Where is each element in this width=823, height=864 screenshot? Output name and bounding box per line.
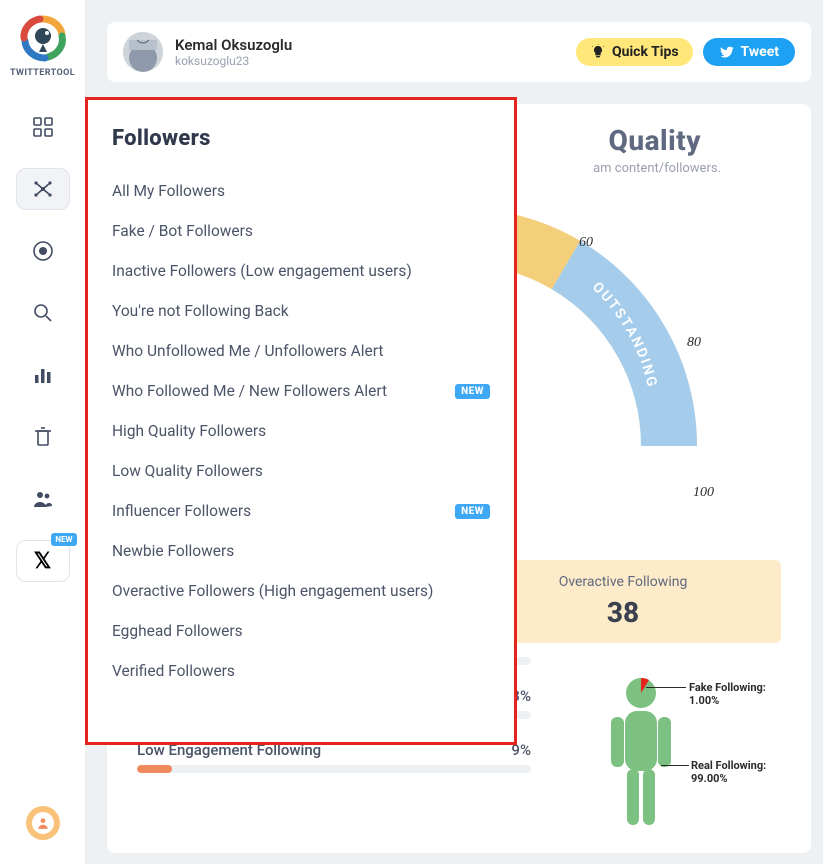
twitter-icon xyxy=(719,44,735,60)
flyout-item[interactable]: High Quality Followers xyxy=(112,411,490,451)
flyout-item-label: Overactive Followers (High engagement us… xyxy=(112,582,433,600)
flyout-item[interactable]: Influencer Followers NEW xyxy=(112,491,490,531)
gauge-tick-80: 80 xyxy=(687,335,701,350)
flyout-item-label: Newbie Followers xyxy=(112,542,234,560)
nav-target[interactable] xyxy=(16,230,70,272)
person-icon xyxy=(601,673,681,833)
flyout-item-label: You're not Following Back xyxy=(112,302,289,320)
tweet-button[interactable]: Tweet xyxy=(703,38,795,66)
engagement-row-low: Low Engagement Following 9% xyxy=(137,741,531,773)
person-chart: Fake Following: 1.00% Real Following: 99… xyxy=(561,673,781,833)
flyout-item-label: Influencer Followers xyxy=(112,502,251,520)
flyout-item-label: Fake / Bot Followers xyxy=(112,222,253,240)
user-name: Kemal Oksuzoglu xyxy=(175,36,292,54)
flyout-item[interactable]: Overactive Followers (High engagement us… xyxy=(112,571,490,611)
new-badge: NEW xyxy=(51,533,76,546)
flyout-item-label: Low Quality Followers xyxy=(112,462,263,480)
flyout-item[interactable]: Newbie Followers xyxy=(112,531,490,571)
flyout-item-label: Inactive Followers (Low engagement users… xyxy=(112,262,412,280)
x-glyph: 𝕏 xyxy=(34,548,52,574)
flyout-item[interactable]: Verified Followers xyxy=(112,651,490,691)
flyout-item[interactable]: Low Quality Followers xyxy=(112,451,490,491)
flyout-item[interactable]: Egghead Followers xyxy=(112,611,490,651)
stat-label: Overactive Following xyxy=(473,574,773,590)
app-logo xyxy=(18,14,68,64)
sidebar-avatar[interactable] xyxy=(26,806,60,840)
user-block: Kemal Oksuzoglu koksuzoglu23 xyxy=(175,36,292,68)
flyout-title: Followers xyxy=(112,126,490,151)
flyout-item-label: Verified Followers xyxy=(112,662,235,680)
user-avatar[interactable] xyxy=(123,32,163,72)
callout-real: Real Following: 99.00% xyxy=(691,759,781,785)
gauge-tick-60: 60 xyxy=(579,235,593,250)
header-card: Kemal Oksuzoglu koksuzoglu23 Quick Tips … xyxy=(107,22,811,82)
callout-fake: Fake Following: 1.00% xyxy=(689,681,781,707)
flyout-item[interactable]: You're not Following Back xyxy=(112,291,490,331)
flyout-list: All My Followers Fake / Bot Followers Inac… xyxy=(112,171,490,691)
nav-search[interactable] xyxy=(16,292,70,334)
nav-people[interactable] xyxy=(16,478,70,520)
flyout-item-label: Who Followed Me / New Followers Alert xyxy=(112,382,387,400)
flyout-item[interactable]: Fake / Bot Followers xyxy=(112,211,490,251)
stat-value: 38 xyxy=(473,596,773,629)
lightbulb-icon xyxy=(590,44,606,60)
flyout-item[interactable]: Inactive Followers (Low engagement users… xyxy=(112,251,490,291)
brand-label: TWITTERTOOL xyxy=(10,68,75,78)
new-badge: NEW xyxy=(455,504,490,519)
quick-tips-button[interactable]: Quick Tips xyxy=(576,38,693,66)
nav-x[interactable]: 𝕏 NEW xyxy=(16,540,70,582)
flyout-item[interactable]: Who Unfollowed Me / Unfollowers Alert xyxy=(112,331,490,371)
nav-analytics[interactable] xyxy=(16,354,70,396)
avatar-inner xyxy=(32,812,54,834)
nav-network[interactable] xyxy=(16,168,70,210)
nav-dashboard[interactable] xyxy=(16,106,70,148)
nav-trash[interactable] xyxy=(16,416,70,458)
flyout-item-label: All My Followers xyxy=(112,182,225,200)
flyout-item-label: High Quality Followers xyxy=(112,422,266,440)
flyout-item-label: Who Unfollowed Me / Unfollowers Alert xyxy=(112,342,383,360)
flyout-item[interactable]: All My Followers xyxy=(112,171,490,211)
flyout-item[interactable]: Who Followed Me / New Followers Alert NEW xyxy=(112,371,490,411)
sidebar: TWITTERTOOL 𝕏 NEW xyxy=(0,0,85,864)
flyout-item-label: Egghead Followers xyxy=(112,622,243,640)
user-handle: koksuzoglu23 xyxy=(175,54,292,68)
gauge-tick-100: 100 xyxy=(693,485,714,500)
tweet-label: Tweet xyxy=(741,44,779,60)
quick-tips-label: Quick Tips xyxy=(612,44,679,60)
followers-flyout: Followers All My Followers Fake / Bot Fol… xyxy=(85,97,517,745)
new-badge: NEW xyxy=(455,384,490,399)
